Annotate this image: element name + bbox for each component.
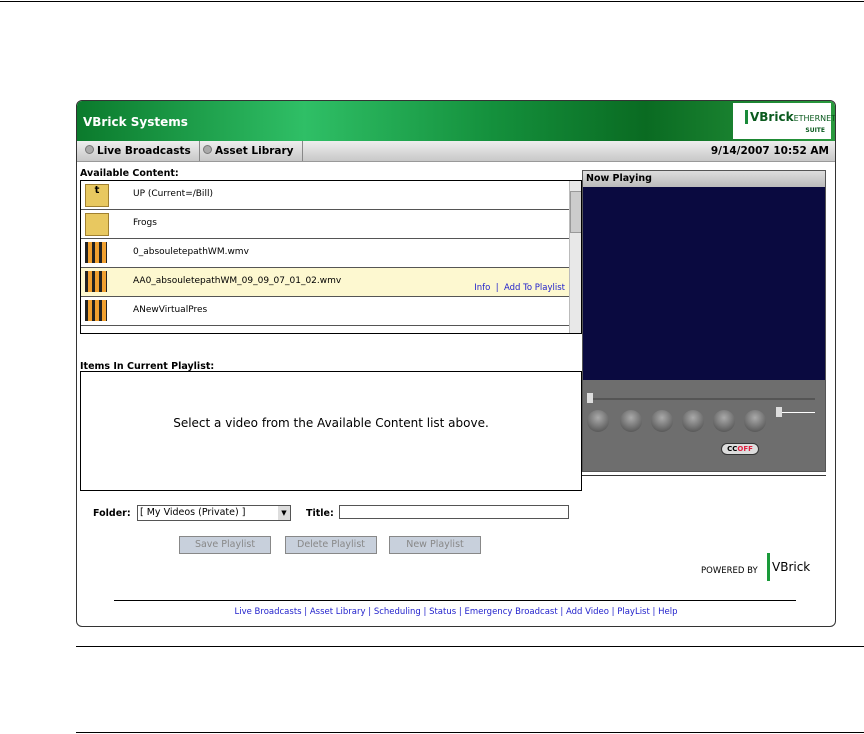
item-name: UP (Current=/Bill) bbox=[133, 189, 213, 199]
footer-link-emergency-broadcast[interactable]: Emergency Broadcast bbox=[464, 607, 557, 617]
cc-label: CC bbox=[727, 445, 738, 453]
radio-icon bbox=[203, 145, 212, 154]
footer-links: Live Broadcasts | Asset Library | Schedu… bbox=[234, 607, 678, 617]
info-link[interactable]: Info bbox=[474, 283, 490, 293]
footer-link-live-broadcasts[interactable]: Live Broadcasts bbox=[235, 607, 302, 617]
player-controls: CCOFF bbox=[583, 380, 825, 471]
title-label: Title: bbox=[306, 508, 334, 519]
now-playing-title: Now Playing bbox=[583, 171, 825, 187]
cc-state: OFF bbox=[737, 445, 753, 453]
page-rule bbox=[76, 732, 864, 733]
film-icon bbox=[85, 242, 107, 263]
tab-live-broadcasts[interactable]: Live Broadcasts bbox=[77, 141, 200, 161]
volume-slider[interactable] bbox=[779, 412, 815, 413]
volume-handle[interactable] bbox=[776, 407, 782, 417]
item-name: Frogs bbox=[133, 218, 157, 228]
delete-playlist-button[interactable]: Delete Playlist bbox=[285, 536, 377, 554]
app-window: VBrick Systems VBrickETHERNETVSUITE Live… bbox=[76, 100, 836, 627]
footer-rule bbox=[114, 600, 796, 601]
playlist-box: Select a video from the Available Conten… bbox=[80, 371, 582, 491]
folder-select[interactable]: [ My Videos (Private) ] ▼ bbox=[137, 505, 291, 521]
add-to-playlist-link[interactable]: Add To Playlist bbox=[504, 283, 565, 293]
vbrick-logo: VBrickETHERNETVSUITE bbox=[733, 103, 835, 139]
scrollbar[interactable] bbox=[569, 181, 581, 333]
seek-bar[interactable] bbox=[587, 398, 815, 400]
footer-link-asset-library[interactable]: Asset Library bbox=[310, 607, 366, 617]
tab-asset-library[interactable]: Asset Library bbox=[195, 141, 303, 161]
divider bbox=[582, 475, 826, 476]
play-icon[interactable] bbox=[587, 410, 609, 432]
page-rule bbox=[76, 646, 864, 647]
fullscreen-icon[interactable] bbox=[744, 410, 766, 432]
footer-link-status[interactable]: Status bbox=[429, 607, 456, 617]
folder-value: [ My Videos (Private) ] bbox=[140, 507, 246, 518]
footer-link-add-video[interactable]: Add Video bbox=[566, 607, 609, 617]
available-content-label: Available Content: bbox=[80, 168, 179, 179]
folder-label: Folder: bbox=[93, 508, 131, 519]
list-item[interactable]: t UP (Current=/Bill) bbox=[81, 181, 569, 210]
radio-icon bbox=[85, 145, 94, 154]
nav-bar: Live Broadcasts Asset Library 9/14/2007 … bbox=[77, 141, 835, 162]
title-input[interactable] bbox=[339, 505, 569, 519]
new-playlist-button[interactable]: New Playlist bbox=[389, 536, 481, 554]
cc-toggle[interactable]: CCOFF bbox=[721, 443, 759, 455]
datetime: 9/14/2007 10:52 AM bbox=[710, 145, 829, 157]
list-item[interactable]: Frogs bbox=[81, 210, 569, 239]
item-name: AA0_absouletepathWM_09_09_07_01_02.wmv bbox=[133, 276, 342, 286]
list-item[interactable]: 0_absouletepathWM.wmv bbox=[81, 239, 569, 268]
item-name: ANewVirtualPres bbox=[133, 305, 208, 315]
film-icon bbox=[85, 300, 107, 321]
footer-link-playlist[interactable]: PlayList bbox=[617, 607, 650, 617]
folder-icon bbox=[85, 213, 109, 236]
rewind-icon[interactable] bbox=[682, 410, 704, 432]
playlist-empty-message: Select a video from the Available Conten… bbox=[173, 416, 489, 430]
footer-link-help[interactable]: Help bbox=[658, 607, 677, 617]
fast-forward-icon[interactable] bbox=[713, 410, 735, 432]
header: VBrick Systems VBrickETHERNETVSUITE bbox=[77, 101, 835, 141]
tab-label: Live Broadcasts bbox=[97, 145, 191, 157]
save-playlist-button[interactable]: Save Playlist bbox=[179, 536, 271, 554]
item-name: 0_absouletepathWM.wmv bbox=[133, 247, 249, 257]
pause-icon[interactable] bbox=[620, 410, 642, 432]
available-content-list: t UP (Current=/Bill) Frogs 0_absouletepat… bbox=[80, 180, 582, 334]
app-title: VBrick Systems bbox=[83, 115, 188, 129]
film-icon bbox=[85, 271, 107, 292]
list-item[interactable]: ANewVirtualPres bbox=[81, 297, 569, 326]
powered-by-label: POWERED BY bbox=[701, 566, 758, 576]
footer-link-scheduling[interactable]: Scheduling bbox=[374, 607, 421, 617]
vbrick-small-logo: VBrick bbox=[767, 553, 810, 581]
video-screen bbox=[583, 187, 825, 380]
folder-up-icon: t bbox=[85, 184, 109, 207]
top-rule bbox=[0, 1, 864, 2]
chevron-down-icon: ▼ bbox=[278, 506, 290, 520]
seek-handle[interactable] bbox=[587, 393, 593, 403]
now-playing-panel: Now Playing CCOFF bbox=[582, 170, 826, 472]
stop-icon[interactable] bbox=[651, 410, 673, 432]
tab-label: Asset Library bbox=[215, 145, 294, 157]
list-item[interactable]: AA0_absouletepathWM_09_09_07_01_02.wmv I… bbox=[81, 268, 569, 297]
